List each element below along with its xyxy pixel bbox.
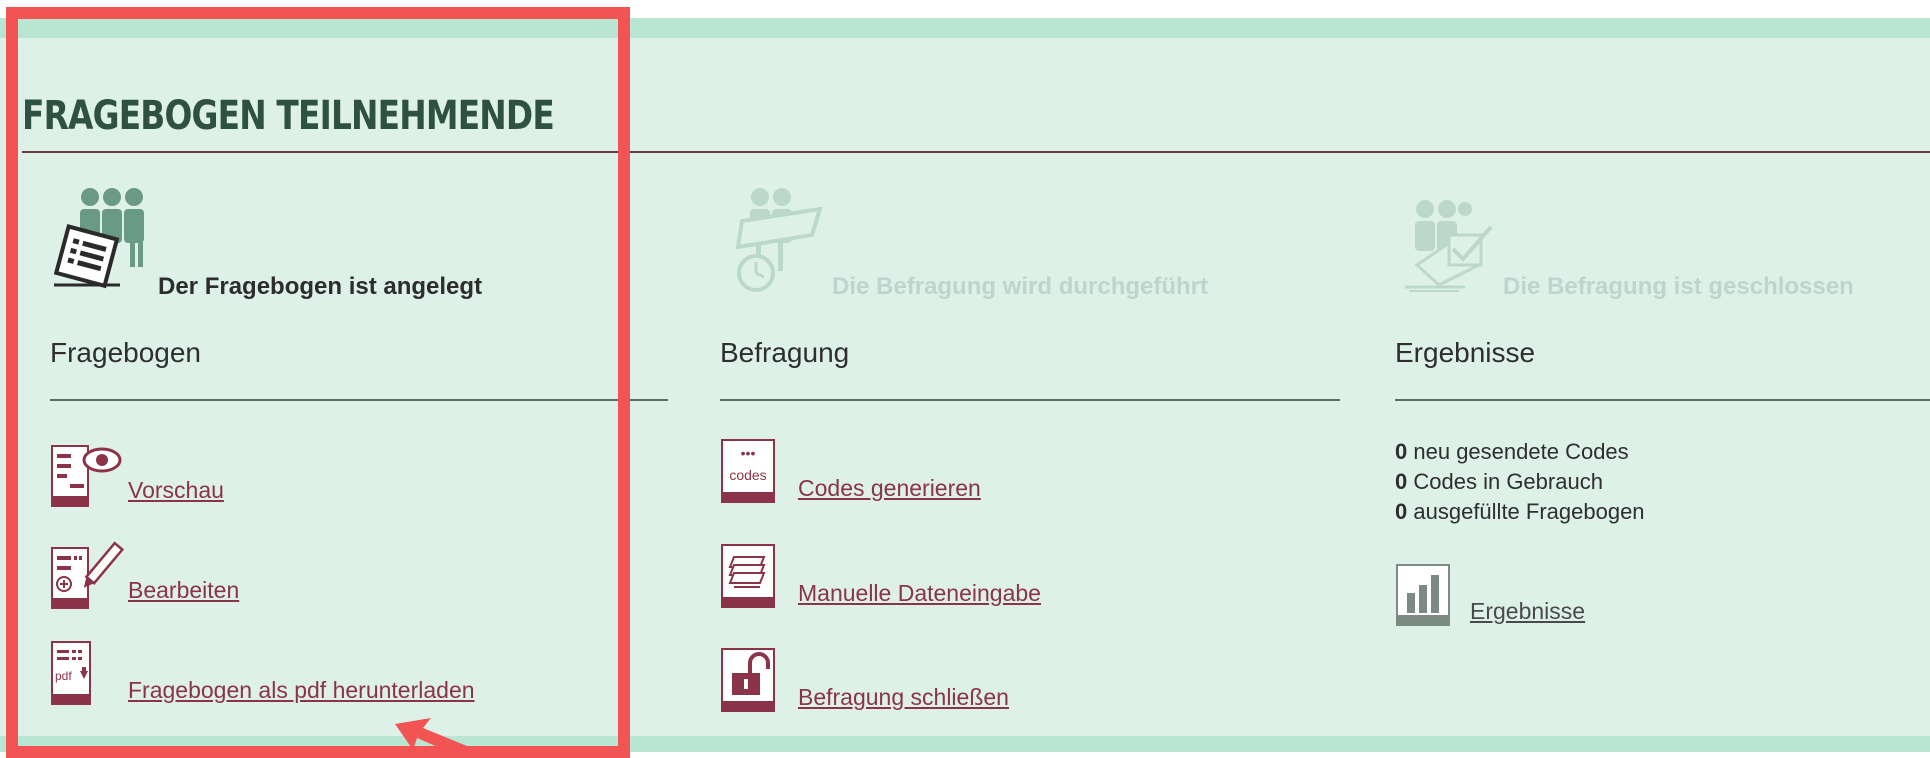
divider-ergebnisse [1395, 399, 1930, 401]
pdf-download-link[interactable]: Fragebogen als pdf herunterladen [128, 677, 475, 704]
bar-chart-icon [1396, 564, 1450, 626]
pdf-download-icon: pdf [51, 641, 91, 705]
manual-entry-link[interactable]: Manuelle Dateneingabe [798, 580, 1041, 607]
column-fragebogen: Der Fragebogen ist angelegt Fragebogen V… [50, 185, 670, 705]
heading-ergebnisse: Ergebnisse [1395, 337, 1536, 368]
action-manual-entry[interactable]: Manuelle Dateneingabe [720, 543, 1320, 613]
phase-label-closed: Die Befragung ist geschlossen [1503, 273, 1854, 300]
codes-icon: ••• codes [721, 439, 775, 503]
svg-text:codes: codes [729, 467, 766, 483]
pointer-arrow-icon [395, 718, 467, 757]
section-title: FRAGEBOGEN TEILNEHMENDE [22, 93, 555, 139]
edit-link[interactable]: Bearbeiten [128, 577, 239, 604]
action-generate-codes[interactable]: ••• codes Codes generieren [720, 438, 1320, 508]
results-link[interactable]: Ergebnisse [1470, 598, 1585, 625]
stat-codes-in-use: 0 Codes in Gebrauch [1395, 469, 1603, 494]
action-preview[interactable]: Vorschau [50, 440, 650, 510]
phase-running: Die Befragung wird durchgeführt [720, 185, 1340, 305]
bottom-stripe [0, 736, 1930, 752]
preview-eye-icon [51, 445, 122, 507]
action-close-survey[interactable]: Befragung schließen [720, 647, 1320, 717]
generate-codes-link[interactable]: Codes generieren [798, 475, 981, 502]
action-edit[interactable]: Bearbeiten [50, 540, 650, 610]
close-survey-link[interactable]: Befragung schließen [798, 684, 1009, 711]
heading-fragebogen: Fragebogen [50, 337, 202, 368]
phase-label-running: Die Befragung wird durchgeführt [832, 273, 1209, 300]
result-stats: 0 neu gesendete Codes 0 Codes in Gebrauc… [1395, 437, 1645, 527]
column-befragung: Die Befragung wird durchgeführt Befragun… [720, 185, 1340, 712]
column-ergebnisse: Die Befragung ist geschlossen Ergebnisse… [1395, 185, 1930, 626]
svg-text:pdf: pdf [55, 669, 72, 683]
section-divider [22, 151, 1930, 153]
phase-created: Der Fragebogen ist angelegt [50, 185, 670, 305]
top-stripe [0, 18, 1930, 38]
participants-check-icon [1405, 200, 1493, 292]
divider-fragebogen [50, 399, 668, 401]
heading-befragung: Befragung [720, 337, 850, 368]
edit-pencil-icon [51, 541, 125, 609]
stat-completed: 0 ausgefüllte Fragebogen [1395, 499, 1645, 524]
lock-open-icon [721, 648, 775, 712]
preview-link[interactable]: Vorschau [128, 477, 224, 504]
divider-befragung [720, 399, 1340, 401]
stack-pages-icon [721, 544, 775, 608]
phase-label-created: Der Fragebogen ist angelegt [158, 273, 483, 300]
action-pdf-download[interactable]: pdf Fragebogen als pdf herunterladen [50, 640, 650, 710]
participants-questionnaire-icon [53, 188, 144, 289]
phase-closed: Die Befragung ist geschlossen [1395, 185, 1930, 305]
stat-new-codes: 0 neu gesendete Codes [1395, 439, 1629, 464]
svg-text:•••: ••• [741, 445, 756, 461]
participants-clock-icon [735, 188, 823, 292]
